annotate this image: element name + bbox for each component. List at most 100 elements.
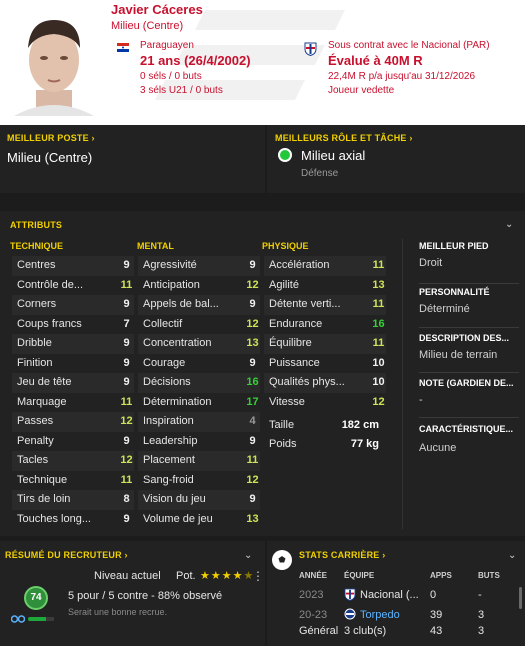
role-status-dot-icon [278, 148, 292, 162]
attribute-row[interactable]: Détermination 17 [138, 393, 260, 413]
attribute-row[interactable]: Finition 9 [12, 354, 134, 374]
best-role-value: Milieu axial [301, 148, 366, 163]
career-team-link[interactable]: Nacional (... [360, 589, 419, 601]
col-year[interactable]: ANNÉE [299, 571, 327, 580]
best-position-title[interactable]: MEILLEUR POSTE › [7, 133, 95, 143]
scout-note: Serait une bonne recrue. [68, 607, 168, 617]
player-age: 21 ans (26/4/2002) [140, 53, 251, 68]
attribute-row[interactable]: Marquage 11 [12, 393, 134, 413]
attribute-row[interactable]: Décisions 16 [138, 373, 260, 393]
attribute-label: Concentration [143, 337, 212, 349]
attribute-row[interactable]: Concentration 13 [138, 334, 260, 354]
attribute-row[interactable]: Courage 9 [138, 354, 260, 374]
physical-list: Accélération 11 Agilité 13 Détente verti... 1… [264, 256, 386, 412]
attribute-row[interactable]: Dribble 9 [12, 334, 134, 354]
attribute-row[interactable]: Touches long... 9 [12, 510, 134, 530]
attribute-row[interactable]: Vitesse 12 [264, 393, 386, 413]
scout-report-title[interactable]: RÉSUMÉ DU RECRUTEUR › [5, 550, 128, 560]
attribute-row[interactable]: Équilibre 11 [264, 334, 386, 354]
attribute-row[interactable]: Technique 11 [12, 471, 134, 491]
attribute-value: 9 [123, 356, 130, 369]
player-caps-u21: 3 séls U21 / 0 buts [140, 85, 223, 96]
attribute-label: Puissance [269, 356, 320, 369]
attribute-label: Technique [17, 473, 68, 486]
attribute-row[interactable]: Tacles 12 [12, 451, 134, 471]
best-role-title[interactable]: MEILLEURS RÔLE ET TÂCHE › [275, 133, 413, 143]
career-stats-title[interactable]: STATS CARRIÈRE › [299, 550, 385, 560]
attribute-row[interactable]: Qualités phys... 10 [264, 373, 386, 393]
attribute-row[interactable]: Leadership 9 [138, 432, 260, 452]
attribute-label: Finition [17, 356, 53, 369]
attribute-row[interactable]: Anticipation 12 [138, 276, 260, 296]
attribute-value: 12 [372, 395, 385, 408]
col-apps[interactable]: APPS [430, 571, 452, 580]
weight-value: 77 kg [350, 438, 379, 450]
attribute-row[interactable]: Contrôle de... 11 [12, 276, 134, 296]
attribute-label: Endurance [269, 317, 323, 330]
attribute-value: 8 [123, 493, 130, 505]
player-name[interactable]: Javier Cáceres [111, 2, 203, 17]
attribute-value: 9 [249, 298, 256, 310]
attribute-value: 13 [372, 278, 385, 291]
potential-stars-icon: ★★★★★ [200, 570, 255, 582]
attribute-label: Centres [17, 259, 56, 271]
attribute-label: Détente verti... [269, 298, 341, 310]
divider [419, 327, 519, 328]
chevron-down-icon[interactable]: ⌄ [244, 550, 252, 561]
attribute-label: Contrôle de... [17, 278, 84, 291]
attribute-label: Qualités phys... [269, 376, 345, 388]
attribute-value: 4 [249, 415, 256, 427]
gk-rating-value: - [419, 394, 423, 406]
attribute-value: 12 [246, 278, 259, 291]
scrollbar[interactable] [519, 587, 522, 609]
attribute-label: Tirs de loin [17, 493, 71, 505]
attribute-row[interactable]: Sang-froid 12 [138, 471, 260, 491]
attribute-label: Volume de jeu [143, 512, 213, 525]
attribute-label: Décisions [143, 376, 191, 388]
attribute-row[interactable]: Centres 9 [12, 256, 134, 276]
career-apps: 39 [430, 609, 443, 621]
player-nationality[interactable]: Paraguayen [140, 40, 194, 51]
attribute-row[interactable]: Placement 11 [138, 451, 260, 471]
attribute-row[interactable]: Corners 9 [12, 295, 134, 315]
technical-list: Centres 9 Contrôle de... 11 Corners 9 Coups fr… [12, 256, 134, 529]
attribute-value: 11 [120, 473, 133, 486]
attribute-row[interactable]: Accélération 11 [264, 256, 386, 276]
more-options-icon[interactable]: ⋮ [252, 569, 264, 583]
attribute-row[interactable]: Détente verti... 11 [264, 295, 386, 315]
attribute-row[interactable]: Agressivité 9 [138, 256, 260, 276]
attribute-label: Inspiration [143, 415, 194, 427]
career-stats-panel: STATS CARRIÈRE › ⌄ ANNÉE ÉQUIPE APPS BUT… [267, 541, 525, 646]
col-goals[interactable]: BUTS [478, 571, 500, 580]
attribute-label: Penalty [17, 434, 54, 447]
chevron-down-icon[interactable]: ⌄ [508, 550, 516, 561]
attribute-row[interactable]: Passes 12 [12, 412, 134, 432]
divider [419, 283, 519, 284]
contract-info[interactable]: Sous contrat avec le Nacional (PAR) [328, 40, 490, 51]
personality-value: Déterminé [419, 303, 470, 315]
attribute-row[interactable]: Endurance 16 [264, 315, 386, 335]
attribute-row[interactable]: Agilité 13 [264, 276, 386, 296]
best-role-panel: MEILLEURS RÔLE ET TÂCHE › Milieu axial D… [267, 125, 525, 193]
career-team-link[interactable]: Torpedo [360, 609, 400, 621]
attribute-row[interactable]: Penalty 9 [12, 432, 134, 452]
attributes-title: ATTRIBUTS [10, 220, 63, 230]
attribute-row[interactable]: Appels de bal... 9 [138, 295, 260, 315]
attribute-row[interactable]: Volume de jeu 13 [138, 510, 260, 530]
attribute-value: 9 [249, 259, 256, 271]
attribute-row[interactable]: Jeu de tête 9 [12, 373, 134, 393]
attribute-value: 11 [372, 259, 385, 271]
attribute-row[interactable]: Coups francs 7 [12, 315, 134, 335]
attribute-row[interactable]: Tirs de loin 8 [12, 490, 134, 510]
attribute-row[interactable]: Vision du jeu 9 [138, 490, 260, 510]
attribute-value: 9 [249, 434, 256, 447]
chevron-right-icon: › [409, 133, 413, 143]
attribute-value: 11 [120, 278, 133, 291]
col-team[interactable]: ÉQUIPE [344, 571, 374, 580]
chevron-down-icon[interactable]: ⌄ [505, 219, 513, 230]
attribute-row[interactable]: Collectif 12 [138, 315, 260, 335]
attribute-row[interactable]: Puissance 10 [264, 354, 386, 374]
best-position-value: Milieu (Centre) [7, 150, 93, 165]
attribute-label: Corners [17, 298, 57, 310]
attribute-row[interactable]: Inspiration 4 [138, 412, 260, 432]
